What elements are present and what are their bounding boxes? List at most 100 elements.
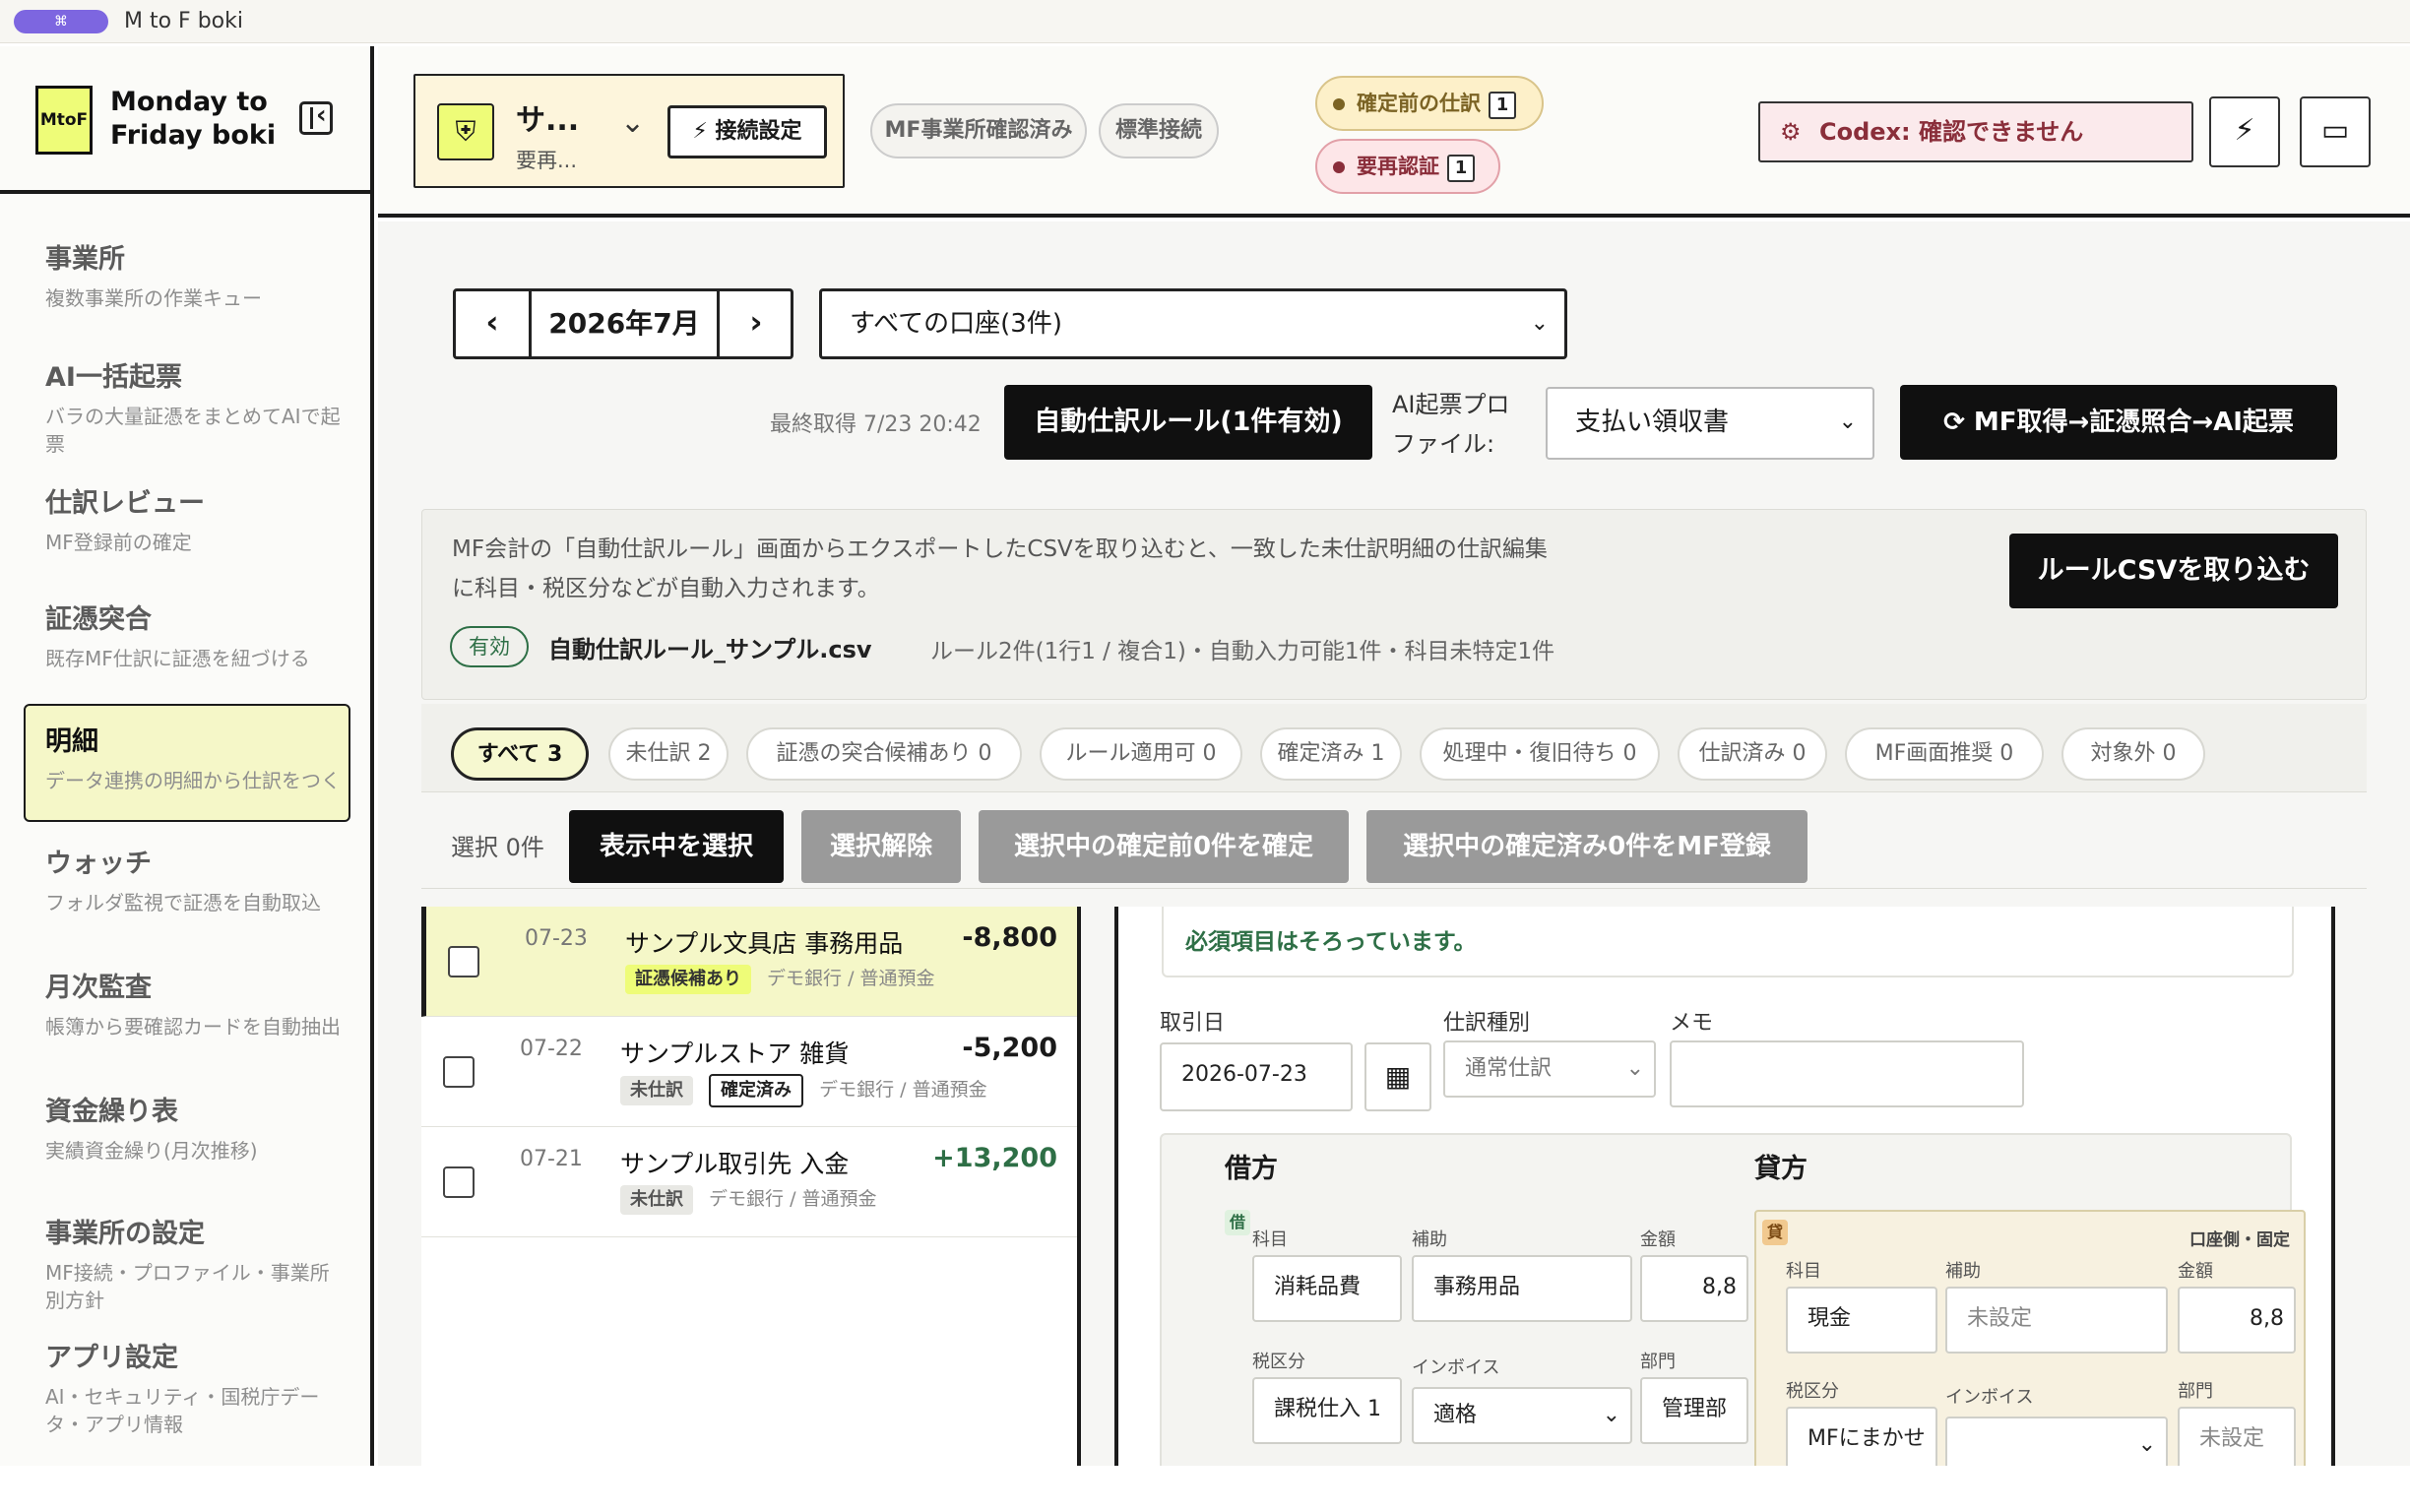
command-icon[interactable]: ⌘: [14, 10, 108, 33]
status-dot: [1333, 98, 1345, 110]
month-navigator: ‹ 2026年7月 ›: [453, 288, 793, 359]
codex-status[interactable]: ⚙ Codex: 確認できません: [1758, 101, 2193, 162]
app-logo: MtoF: [35, 86, 93, 155]
debit-sub-field[interactable]: 事務用品: [1412, 1255, 1632, 1322]
credit-sub-field[interactable]: 未設定: [1945, 1287, 2168, 1354]
sidebar-item-cashflow[interactable]: 資金繰り表 実績資金繰り(月次推移): [45, 1096, 341, 1165]
filter-processing[interactable]: 処理中・復旧待ち 0: [1420, 727, 1660, 781]
credit-note: 口座側・固定: [2189, 1230, 2290, 1250]
import-rule-csv-button[interactable]: ルールCSVを取り込む: [2009, 534, 2338, 608]
clear-selection-button[interactable]: 選択解除: [801, 810, 961, 883]
chevron-down-icon: ⌄: [1625, 1056, 1644, 1081]
chevron-down-icon[interactable]: ⌄: [620, 105, 645, 140]
sidebar-item-voucher-match[interactable]: 証憑突合 既存MF仕訳に証憑を紐づける: [45, 603, 341, 672]
fetch-match-draft-button[interactable]: ⟳ MF取得→証憑照合→AI起票: [1900, 385, 2337, 460]
prev-month-button[interactable]: ‹: [456, 291, 529, 356]
debit-badge: 借: [1225, 1210, 1250, 1235]
account-select[interactable]: すべての口座(3件) ⌄: [819, 288, 1567, 359]
filter-rule-applicable[interactable]: ルール適用可 0: [1040, 727, 1242, 781]
credit-tax-field[interactable]: MFにまかせ: [1786, 1407, 1937, 1466]
filter-tabs: すべて 3 未仕訳 2 証憑の突合候補あり 0 ルール適用可 0 確定済み 1 …: [421, 704, 2367, 792]
selection-bar: 選択 0件 表示中を選択 選択解除 選択中の確定前0件を確定 選択中の確定済み0…: [421, 796, 2367, 889]
sidebar: MtoF Monday to Friday boki 事業所 複数事業所の作業キ…: [0, 46, 374, 1466]
selection-count: 選択 0件: [451, 834, 544, 861]
debit-dept-field[interactable]: 管理部: [1640, 1377, 1748, 1444]
sidebar-item-app-settings[interactable]: アプリ設定 AI・セキュリティ・国税庁データ・アプリ情報: [45, 1342, 341, 1438]
journal-detail-panel: 必須項目はそろっています。 取引日 2026-07-23 ▦ 仕訳種別 通常仕訳…: [1114, 907, 2335, 1466]
collapse-sidebar-icon[interactable]: [299, 100, 333, 135]
sidebar-item-ai-bulk[interactable]: AI一括起票 バラの大量証憑をまとめてAIで起票: [45, 361, 341, 458]
journal-type-select[interactable]: 通常仕訳 ⌄: [1443, 1040, 1656, 1098]
calendar-icon[interactable]: ▦: [1364, 1042, 1431, 1111]
select-visible-button[interactable]: 表示中を選択: [569, 810, 784, 883]
reauth-chip[interactable]: 要再認証 1: [1315, 139, 1500, 194]
status-badge: 確定済み: [709, 1074, 804, 1107]
sidebar-item-office-settings[interactable]: 事業所の設定 MF接続・プロファイル・事業所別方針: [45, 1218, 341, 1314]
chevron-down-icon: ⌄: [1838, 410, 1857, 434]
debit-amount-field[interactable]: 8,8: [1640, 1255, 1748, 1322]
status-badge: 有効: [450, 626, 529, 667]
status-badge: 証憑候補あり: [625, 965, 751, 994]
chevron-down-icon: ⌄: [1530, 311, 1549, 336]
filter-excluded[interactable]: 対象外 0: [2061, 727, 2205, 781]
confirm-selected-button[interactable]: 選択中の確定前0件を確定: [979, 810, 1349, 883]
credit-account-field[interactable]: 現金: [1786, 1287, 1937, 1354]
mf-verified-tag: MF事業所確認済み: [870, 103, 1087, 158]
credit-invoice-select[interactable]: ⌄: [1945, 1417, 2168, 1466]
transaction-list: 07-23 サンプル文具店 事務用品 -8,800 証憑候補あり デモ銀行 / …: [421, 907, 1081, 1466]
sidebar-item-journal-review[interactable]: 仕訳レビュー MF登録前の確定: [45, 487, 341, 556]
next-month-button[interactable]: ›: [720, 291, 793, 356]
filter-all[interactable]: すべて 3: [451, 727, 589, 781]
row-checkbox[interactable]: [443, 1166, 475, 1198]
credit-amount-field[interactable]: 8,8: [2178, 1287, 2296, 1354]
sidebar-item-monthly-audit[interactable]: 月次監査 帳簿から要確認カードを自動抽出: [45, 972, 341, 1040]
row-checkbox[interactable]: [448, 946, 479, 977]
list-item[interactable]: 07-22 サンプルストア 雑貨 -5,200 未仕訳 確定済み デモ銀行 / …: [421, 1017, 1077, 1127]
chat-icon[interactable]: ▭: [2300, 96, 2371, 167]
last-fetch: 最終取得 7/23 20:42: [770, 412, 982, 437]
profile-label: AI起票プロ ファイル:: [1392, 391, 1510, 458]
filter-unjournaled[interactable]: 未仕訳 2: [608, 727, 729, 781]
rule-import-panel: MF会計の「自動仕訳ルール」画面からエクスポートしたCSVを取り込むと、一致した…: [421, 509, 2367, 700]
list-item[interactable]: 07-21 サンプル取引先 入金 +13,200 未仕訳 デモ銀行 / 普通預金: [421, 1127, 1077, 1237]
rule-description: MF会計の「自動仕訳ルール」画面からエクスポートしたCSVを取り込むと、一致した…: [452, 536, 1548, 601]
office-switcher[interactable]: ⛨ サ... 要再... ⌄ ⚡ 接続設定: [413, 74, 845, 188]
debit-account-field[interactable]: 消耗品費: [1252, 1255, 1402, 1322]
row-checkbox[interactable]: [443, 1056, 475, 1088]
filter-confirmed[interactable]: 確定済み 1: [1260, 727, 1402, 781]
connection-settings-button[interactable]: ⚡ 接続設定: [667, 105, 827, 158]
chip-icon: ⚙: [1780, 118, 1802, 146]
date-field[interactable]: 2026-07-23: [1160, 1042, 1353, 1111]
sidebar-item-watch[interactable]: ウォッチ フォルダ監視で証憑を自動取込: [45, 848, 341, 916]
profile-select[interactable]: 支払い領収書 ⌄: [1546, 387, 1874, 460]
brand-name: Monday to Friday boki: [110, 87, 277, 151]
app-title: M to F boki: [124, 9, 243, 33]
filter-match-candidates[interactable]: 証憑の突合候補あり 0: [746, 727, 1022, 781]
rule-file-name: 自動仕訳ルール_サンプル.csv: [548, 636, 872, 663]
memo-field[interactable]: [1670, 1040, 2024, 1107]
chevron-down-icon: ⌄: [1602, 1403, 1620, 1427]
credit-badge: 貸: [1762, 1220, 1788, 1245]
chevron-down-icon: ⌄: [2137, 1432, 2156, 1457]
sidebar-item-statements[interactable]: 明細 データ連携の明細から仕訳をつくる: [45, 725, 341, 794]
credit-dept-field[interactable]: 未設定: [2178, 1407, 2296, 1466]
main-content: ‹ 2026年7月 › すべての口座(3件) ⌄ 最終取得 7/23 20:42…: [378, 221, 2410, 1466]
pending-journal-chip[interactable]: 確定前の仕訳 1: [1315, 76, 1544, 131]
filter-journaled[interactable]: 仕訳済み 0: [1678, 727, 1827, 781]
credit-panel: 貸 口座側・固定 科目 補助 金額 現金 未設定 8,8 税区分 インボイス 部…: [1754, 1210, 2306, 1466]
list-item[interactable]: 07-23 サンプル文具店 事務用品 -8,800 証憑候補あり デモ銀行 / …: [421, 907, 1077, 1017]
sidebar-item-offices[interactable]: 事業所 複数事業所の作業キュー: [45, 243, 341, 312]
debit-header: 借方: [1225, 1154, 1278, 1184]
journal-lines: 借方 貸方 借 科目 補助 金額 消耗品費 事務用品 8,8 税区分 インボイス…: [1160, 1133, 2306, 1466]
register-selected-button[interactable]: 選択中の確定済み0件をMF登録: [1366, 810, 1808, 883]
window-titlebar: ⌘ M to F boki: [0, 0, 2410, 43]
status-dot: [1333, 161, 1345, 173]
validation-box: 必須項目はそろっています。: [1162, 907, 2294, 977]
status-badge: 未仕訳: [620, 1076, 693, 1105]
filter-mf-recommended[interactable]: MF画面推奨 0: [1845, 727, 2044, 781]
debit-tax-field[interactable]: 課税仕入 1: [1252, 1377, 1402, 1444]
plug-icon[interactable]: ⚡: [2209, 96, 2280, 167]
auto-rule-button[interactable]: 自動仕訳ルール(1件有効): [1004, 385, 1372, 460]
status-badge: 未仕訳: [620, 1185, 693, 1215]
debit-invoice-select[interactable]: 適格 ⌄: [1412, 1387, 1632, 1444]
